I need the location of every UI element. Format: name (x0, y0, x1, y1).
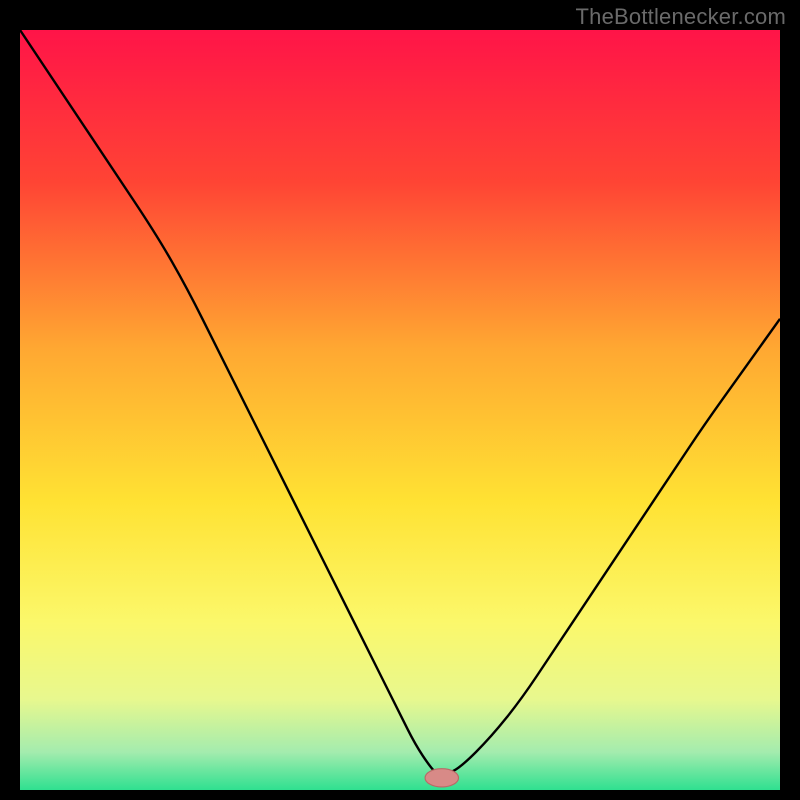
watermark-text: TheBottlenecker.com (576, 4, 786, 30)
gradient-background (20, 30, 780, 790)
chart-frame: TheBottlenecker.com (0, 0, 800, 800)
optimal-point-marker (425, 769, 458, 787)
bottleneck-plot (20, 30, 780, 790)
